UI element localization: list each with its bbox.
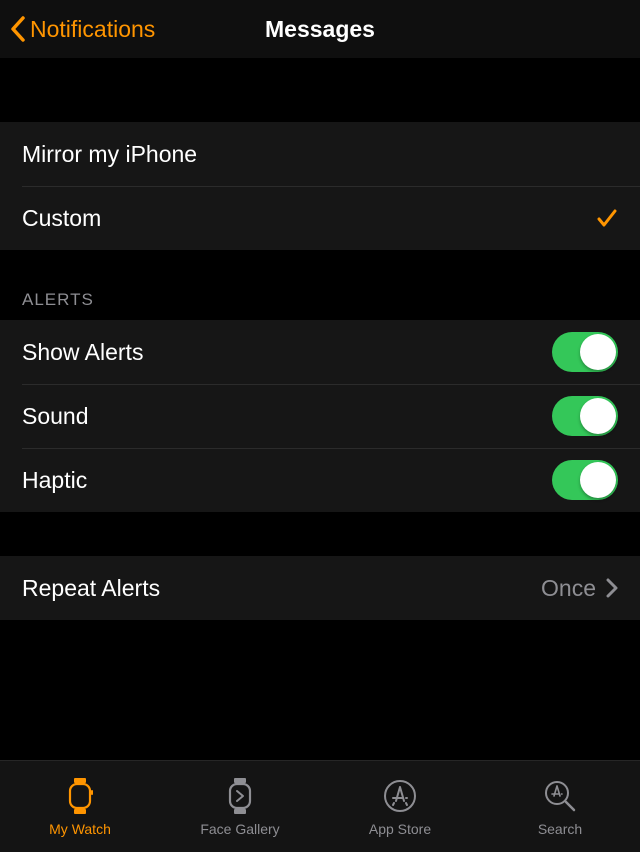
back-label: Notifications [30, 16, 155, 43]
alerts-header: ALERTS [0, 250, 640, 320]
tab-search[interactable]: Search [480, 761, 640, 852]
tab-my-watch[interactable]: My Watch [0, 761, 160, 852]
spacer [0, 512, 640, 556]
haptic-toggle[interactable] [552, 460, 618, 500]
mirror-my-iphone-row[interactable]: Mirror my iPhone [0, 122, 640, 186]
repeat-value: Once [541, 575, 596, 602]
custom-row[interactable]: Custom [0, 186, 640, 250]
checkmark-icon [596, 207, 618, 229]
show-alerts-row: Show Alerts [0, 320, 640, 384]
show-alerts-toggle[interactable] [552, 332, 618, 372]
spacer [0, 58, 640, 122]
search-icon [542, 776, 578, 816]
mode-group: Mirror my iPhone Custom [0, 122, 640, 250]
tab-label: Search [538, 821, 582, 837]
tab-label: Face Gallery [200, 821, 279, 837]
alerts-group: Show Alerts Sound Haptic [0, 320, 640, 512]
cell-accessory [596, 207, 618, 229]
back-button[interactable]: Notifications [10, 16, 155, 43]
sound-toggle[interactable] [552, 396, 618, 436]
tab-bar: My Watch Face Gallery App Store [0, 760, 640, 852]
haptic-row: Haptic [0, 448, 640, 512]
tab-app-store[interactable]: App Store [320, 761, 480, 852]
cell-accessory: Once [541, 575, 618, 602]
cell-label: Show Alerts [22, 339, 143, 366]
content-scroll[interactable]: Mirror my iPhone Custom ALERTS Show Aler… [0, 58, 640, 760]
nav-bar: Notifications Messages [0, 0, 640, 58]
cell-label: Haptic [22, 467, 87, 494]
page-title: Messages [265, 16, 375, 43]
tab-face-gallery[interactable]: Face Gallery [160, 761, 320, 852]
watch-icon [62, 776, 98, 816]
chevron-left-icon [10, 16, 26, 42]
chevron-right-icon [606, 578, 618, 598]
sound-row: Sound [0, 384, 640, 448]
repeat-group: Repeat Alerts Once [0, 556, 640, 620]
repeat-alerts-row[interactable]: Repeat Alerts Once [0, 556, 640, 620]
face-gallery-icon [222, 776, 258, 816]
app-store-icon [382, 776, 418, 816]
tab-label: My Watch [49, 821, 111, 837]
cell-label: Sound [22, 403, 89, 430]
tab-label: App Store [369, 821, 431, 837]
cell-label: Mirror my iPhone [22, 141, 197, 168]
cell-label: Custom [22, 205, 101, 232]
cell-label: Repeat Alerts [22, 575, 160, 602]
